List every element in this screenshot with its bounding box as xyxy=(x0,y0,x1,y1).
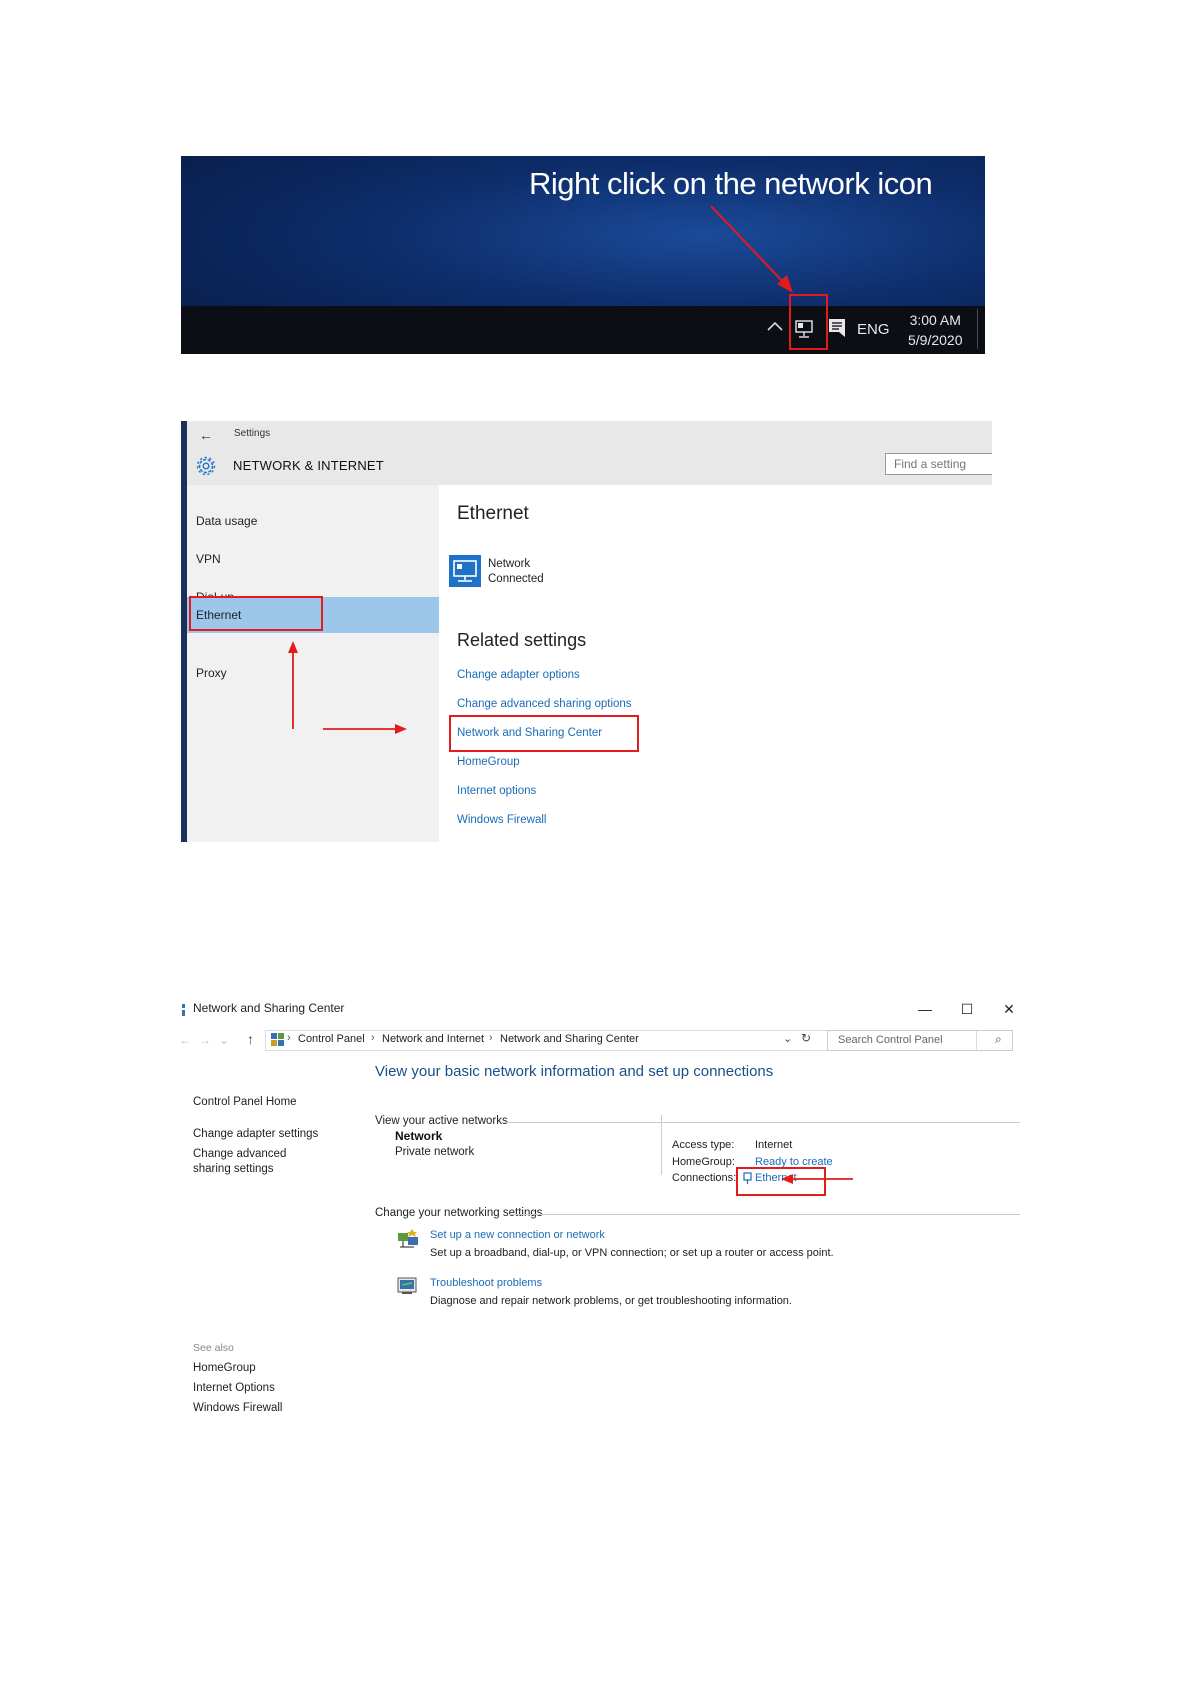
change-advanced-sharing-link[interactable]: Change advanced sharing settings xyxy=(193,1147,323,1177)
breadcrumb-separator-icon: › xyxy=(371,1032,375,1044)
see-also-homegroup[interactable]: HomeGroup xyxy=(193,1361,256,1376)
ethernet-heading: Ethernet xyxy=(457,503,529,524)
window-title: Network and Sharing Center xyxy=(193,1001,345,1015)
see-also-windows-firewall[interactable]: Windows Firewall xyxy=(193,1401,282,1416)
guide-arrows xyxy=(288,641,407,734)
divider xyxy=(509,1214,1020,1215)
window-icon xyxy=(181,1003,187,1017)
breadcrumb-separator-icon: › xyxy=(287,1032,291,1044)
link-homegroup[interactable]: HomeGroup xyxy=(457,756,520,768)
language-indicator[interactable]: ENG xyxy=(857,321,890,338)
breadcrumb-control-panel[interactable]: Control Panel xyxy=(298,1033,365,1045)
link-change-adapter-options[interactable]: Change adapter options xyxy=(457,669,580,681)
clock-time: 3:00 AM xyxy=(909,312,961,328)
new-connection-icon xyxy=(396,1227,420,1249)
link-internet-options[interactable]: Internet options xyxy=(457,785,536,797)
chevron-up-icon[interactable] xyxy=(766,316,784,338)
show-desktop-divider[interactable] xyxy=(977,309,978,349)
see-also-internet-options[interactable]: Internet Options xyxy=(193,1381,275,1396)
settings-screenshot: ← Settings NETWORK & INTERNET Find a set… xyxy=(181,421,992,842)
network-type: Private network xyxy=(395,1146,475,1158)
network-monitor-icon[interactable] xyxy=(449,555,481,587)
setup-connection-desc: Set up a broadband, dial-up, or VPN conn… xyxy=(430,1247,834,1259)
highlight-box xyxy=(789,294,828,350)
troubleshoot-icon xyxy=(396,1275,420,1297)
connections-label: Connections: xyxy=(672,1172,737,1184)
troubleshoot-link[interactable]: Troubleshoot problems xyxy=(430,1277,542,1289)
up-arrow-icon[interactable]: ↑ xyxy=(247,1031,254,1047)
taskbar-screenshot: Right click on the network icon ENG 3:00… xyxy=(181,156,985,354)
breadcrumb-sharing-center[interactable]: Network and Sharing Center xyxy=(500,1033,639,1045)
search-icon[interactable]: ⌕ xyxy=(995,1032,1002,1047)
troubleshoot-desc: Diagnose and repair network problems, or… xyxy=(430,1295,792,1307)
network-name: Network xyxy=(488,558,531,570)
network-name: Network xyxy=(395,1129,443,1143)
sharing-center-screenshot: Network and Sharing Center — ☐ ✕ ←→⌄ ↑ ›… xyxy=(175,995,1020,1430)
homegroup-label: HomeGroup: xyxy=(672,1156,735,1168)
highlight-box xyxy=(449,715,639,752)
divider xyxy=(661,1115,662,1175)
page-title: View your basic network information and … xyxy=(375,1063,774,1080)
close-button[interactable]: ✕ xyxy=(989,995,1020,1023)
control-panel-home-link[interactable]: Control Panel Home xyxy=(193,1095,297,1110)
breadcrumb-separator-icon: › xyxy=(489,1032,493,1044)
change-adapter-settings-link[interactable]: Change adapter settings xyxy=(193,1127,318,1142)
change-settings-label: Change your networking settings xyxy=(375,1207,543,1219)
link-windows-firewall[interactable]: Windows Firewall xyxy=(457,814,546,826)
clock-date: 5/9/2020 xyxy=(908,332,963,348)
clock[interactable]: 3:00 AM 5/9/2020 xyxy=(908,310,963,350)
minimize-button[interactable]: — xyxy=(905,995,945,1023)
setup-connection-link[interactable]: Set up a new connection or network xyxy=(430,1229,605,1241)
see-also-label: See also xyxy=(193,1342,234,1354)
chevron-down-icon[interactable]: ⌄ xyxy=(783,1032,792,1045)
link-change-advanced-sharing[interactable]: Change advanced sharing options xyxy=(457,698,632,710)
breadcrumb-network-internet[interactable]: Network and Internet xyxy=(382,1033,484,1045)
network-entry[interactable]: Network Connected xyxy=(488,557,544,587)
related-settings-heading: Related settings xyxy=(457,630,587,650)
search-input[interactable]: Search Control Panel xyxy=(827,1030,1013,1051)
refresh-icon[interactable]: ↻ xyxy=(801,1031,811,1045)
guide-arrow xyxy=(781,1174,853,1184)
maximize-button[interactable]: ☐ xyxy=(947,995,987,1023)
control-panel-icon xyxy=(271,1033,284,1046)
access-type-label: Access type: xyxy=(672,1139,735,1151)
access-type-value: Internet xyxy=(755,1139,793,1151)
divider xyxy=(503,1122,1020,1123)
active-networks-label: View your active networks xyxy=(375,1115,508,1127)
back-forward-icon[interactable]: ←→⌄ xyxy=(179,1033,237,1047)
network-status: Connected xyxy=(488,573,544,585)
action-center-icon[interactable] xyxy=(826,316,848,338)
